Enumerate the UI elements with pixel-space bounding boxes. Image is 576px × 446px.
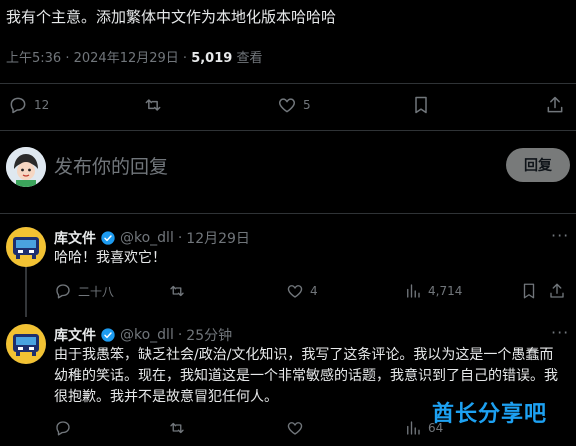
divider [0, 213, 576, 214]
reply-author-avatar[interactable] [6, 227, 46, 267]
reply-action[interactable]: 二十八 [54, 282, 114, 300]
repost-icon [170, 285, 184, 297]
analytics-icon [407, 421, 420, 435]
repost-action[interactable] [143, 95, 163, 115]
reply-icon [56, 284, 70, 299]
thread-connector [25, 267, 27, 317]
tweet-meta: 上午5:36 · 2024年12月29日 · 5,019 查看 [6, 51, 263, 66]
pixel-avatar-icon [6, 227, 46, 267]
share-icon [550, 283, 564, 298]
divider [0, 130, 576, 131]
reply-icon [56, 421, 70, 436]
author-name[interactable]: 库文件 [54, 325, 96, 345]
divider [0, 83, 576, 84]
reply-icon [10, 97, 26, 114]
like-count: 5 [303, 98, 311, 112]
analytics-icon [407, 284, 420, 298]
heart-icon [287, 285, 303, 298]
reply-button[interactable]: 回复 [506, 148, 570, 182]
reply-count: 二十八 [78, 284, 115, 299]
bookmark-action[interactable] [411, 95, 431, 115]
repost-action[interactable] [168, 419, 186, 437]
like-action[interactable]: 5 [277, 95, 311, 115]
cartoon-avatar-icon [6, 147, 46, 187]
share-action[interactable] [545, 95, 565, 115]
pixel-avatar-icon [6, 324, 46, 364]
reply-header: 库文件 @ko_dll · 12月29日 [54, 228, 250, 248]
heart-icon [278, 98, 296, 113]
reply-header: 库文件 @ko_dll · 25分钟 [54, 325, 233, 345]
views-count: 5,019 [191, 51, 233, 66]
more-options-icon[interactable]: ··· [551, 226, 569, 245]
author-name[interactable]: 库文件 [54, 228, 96, 248]
like-action[interactable] [286, 419, 304, 437]
verified-badge-icon [101, 328, 115, 342]
reply-count: 12 [34, 98, 50, 112]
like-action[interactable]: 4 [286, 282, 318, 300]
heart-icon [287, 422, 303, 435]
views-label: 查看 [236, 51, 263, 66]
user-avatar[interactable] [6, 147, 46, 187]
tweet-date[interactable]: 2024年12月29日 [74, 51, 179, 66]
share-action[interactable] [548, 282, 566, 300]
reply-action[interactable]: 12 [8, 95, 49, 115]
views-action[interactable]: 4,714 [404, 282, 462, 300]
views-count: 4,714 [428, 284, 463, 298]
reply-time[interactable]: 12月29日 [186, 228, 250, 248]
repost-icon [145, 99, 161, 111]
like-count: 4 [310, 284, 318, 298]
bookmark-icon [523, 283, 535, 299]
bookmark-action[interactable] [520, 282, 538, 300]
tweet-time[interactable]: 上午5:36 [6, 51, 61, 66]
share-icon [547, 96, 563, 113]
author-handle[interactable]: @ko_dll [120, 230, 174, 246]
watermark-text: 酋长分享吧 [432, 402, 548, 427]
author-handle[interactable]: @ko_dll [120, 327, 174, 343]
reply-author-avatar[interactable] [6, 324, 46, 364]
verified-badge-icon [101, 231, 115, 245]
reply-time[interactable]: 25分钟 [186, 325, 232, 345]
reply-input-placeholder[interactable]: 发布你的回复 [54, 152, 168, 179]
more-options-icon[interactable]: ··· [551, 323, 569, 342]
tweet-text: 我有个主意。添加繁体中文作为本地化版本哈哈哈 [6, 8, 337, 26]
repost-icon [170, 422, 184, 434]
repost-action[interactable] [168, 282, 186, 300]
reply-action[interactable] [54, 419, 72, 437]
reply-text: 哈哈！我喜欢它！ [54, 250, 166, 266]
bookmark-icon [415, 96, 427, 114]
